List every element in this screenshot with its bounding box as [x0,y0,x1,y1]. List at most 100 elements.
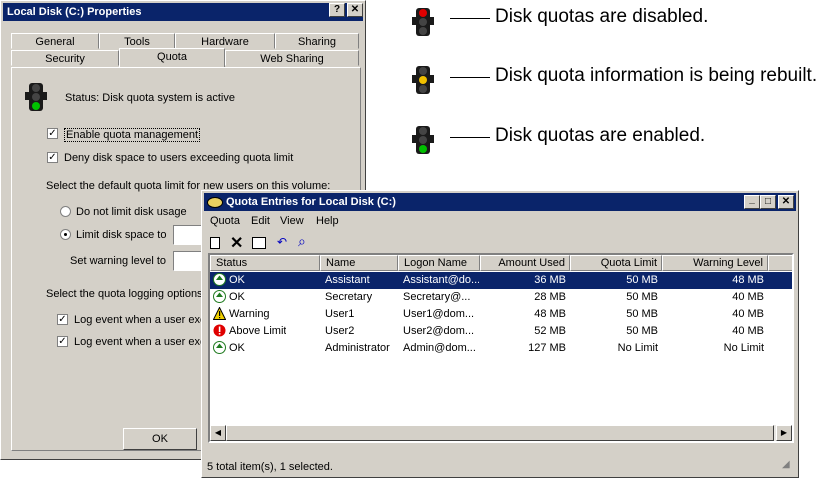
cell-status: OK [229,291,245,303]
minimize-button[interactable]: _ [744,195,760,209]
quota-list[interactable]: Status Name Logon Name Amount Used Quota… [208,253,794,443]
cell-used: 36 MB [534,274,566,286]
cell-name: User2 [325,325,355,337]
column-name[interactable]: Name [320,255,398,271]
find-icon[interactable]: ⌕ [298,233,306,250]
cell-logon: Admin@dom... [403,342,476,354]
ok-button[interactable]: OK [123,428,197,450]
no-limit-label: Do not limit disk usage [76,206,187,218]
legend-disabled: Disk quotas are disabled. [495,6,709,27]
cell-name: Assistant [325,274,370,286]
cell-used: 127 MB [528,342,566,354]
properties-title: Local Disk (C:) Properties [3,3,363,21]
cell-logon: Assistant@do... [403,274,479,286]
menu-view[interactable]: View [280,215,304,227]
table-row[interactable]: OK Assistant Assistant@do... 36 MB 50 MB… [210,272,792,289]
tab-web-sharing[interactable]: Web Sharing [225,50,359,66]
undo-icon[interactable]: ↶ [277,235,287,249]
cell-limit: 50 MB [626,291,658,303]
no-limit-radio[interactable] [60,206,71,217]
cell-status: OK [229,342,245,354]
cell-status: Warning [229,308,270,320]
traffic-light-red-icon [412,8,434,36]
cell-used: 28 MB [534,291,566,303]
close-button[interactable]: ✕ [778,195,794,209]
menu-edit[interactable]: Edit [251,215,270,227]
cell-warning: 40 MB [732,291,764,303]
table-row[interactable]: OK Administrator Admin@dom... 127 MB No … [210,340,792,357]
maximize-button[interactable]: □ [760,195,776,209]
help-button[interactable]: ? [329,3,345,17]
legend-rebuilding: Disk quota information is being rebuilt. [495,65,818,86]
column-logon-name[interactable]: Logon Name [398,255,480,271]
quota-entries-title-text: Quota Entries for Local Disk (C:) [226,196,396,208]
legend-enabled: Disk quotas are enabled. [495,125,706,146]
tab-general[interactable]: General [11,33,99,49]
scroll-thumb[interactable] [226,425,774,441]
limit-space-label: Limit disk space to [76,229,167,241]
status-text: Status: Disk quota system is active [65,92,235,104]
limit-space-radio[interactable] [60,229,71,240]
column-extra [768,255,792,271]
table-row[interactable]: Warning User1 User1@dom... 48 MB 50 MB 4… [210,306,792,323]
cell-limit: No Limit [617,342,658,354]
log-limit-label: Log event when a user exc [74,314,206,326]
properties-icon[interactable] [252,237,266,249]
legend-line [450,137,490,138]
scroll-right-button[interactable]: ▶ [776,425,792,441]
cell-used: 48 MB [534,308,566,320]
tab-tools[interactable]: Tools [99,33,175,49]
column-quota-limit[interactable]: Quota Limit [570,255,662,271]
cell-logon: User2@dom... [403,325,475,337]
cell-status: Above Limit [229,325,287,337]
close-button[interactable]: ✕ [347,3,363,17]
enable-quota-checkbox[interactable]: ✓ [47,128,58,139]
legend-line [450,18,490,19]
cell-warning: 40 MB [732,325,764,337]
menu-quota[interactable]: Quota [210,215,240,227]
tab-quota[interactable]: Quota [119,48,225,68]
cell-used: 52 MB [534,325,566,337]
cell-limit: 50 MB [626,325,658,337]
cell-warning: 48 MB [732,274,764,286]
column-amount-used[interactable]: Amount Used [480,255,570,271]
ok-status-icon [213,273,226,286]
tab-security[interactable]: Security [11,50,119,66]
legend-line [450,77,490,78]
ok-status-icon [213,341,226,354]
resize-grip-icon[interactable]: ◢ [782,459,790,470]
log-limit-checkbox[interactable]: ✓ [57,314,68,325]
traffic-light-yellow-icon [412,66,434,94]
deny-space-checkbox[interactable]: ✓ [47,152,58,163]
cell-warning: 40 MB [732,308,764,320]
log-warning-checkbox[interactable]: ✓ [57,336,68,347]
horizontal-scrollbar[interactable]: ◀ ▶ [210,425,792,441]
cell-name: Secretary [325,291,373,303]
cell-logon: Secretary@... [403,291,471,303]
enable-quota-label: Enable quota management [64,128,201,142]
error-status-icon [213,324,226,337]
cell-name: User1 [325,308,355,320]
warning-level-label: Set warning level to [70,255,166,267]
table-row[interactable]: OK Secretary Secretary@... 28 MB 50 MB 4… [210,289,792,306]
cell-limit: 50 MB [626,274,658,286]
status-bar: 5 total item(s), 1 selected. [207,461,333,473]
menu-help[interactable]: Help [316,215,339,227]
deny-space-label: Deny disk space to users exceeding quota… [64,152,294,164]
tab-hardware[interactable]: Hardware [175,33,275,49]
column-warning-level[interactable]: Warning Level [662,255,768,271]
delete-icon[interactable]: ✕ [230,233,243,253]
table-row[interactable]: Above Limit User2 User2@dom... 52 MB 50 … [210,323,792,340]
tab-sharing[interactable]: Sharing [275,33,359,49]
warning-status-icon [213,307,226,320]
new-entry-icon[interactable] [210,237,220,249]
logging-options-label: Select the quota logging options [46,288,203,300]
cell-limit: 50 MB [626,308,658,320]
column-status[interactable]: Status [210,255,320,271]
cell-warning: No Limit [723,342,764,354]
traffic-light-icon [25,83,47,111]
quota-entries-window: Quota Entries for Local Disk (C:) _ □ ✕ … [201,190,799,478]
scroll-left-button[interactable]: ◀ [210,425,226,441]
disk-icon [207,197,223,208]
cell-logon: User1@dom... [403,308,475,320]
